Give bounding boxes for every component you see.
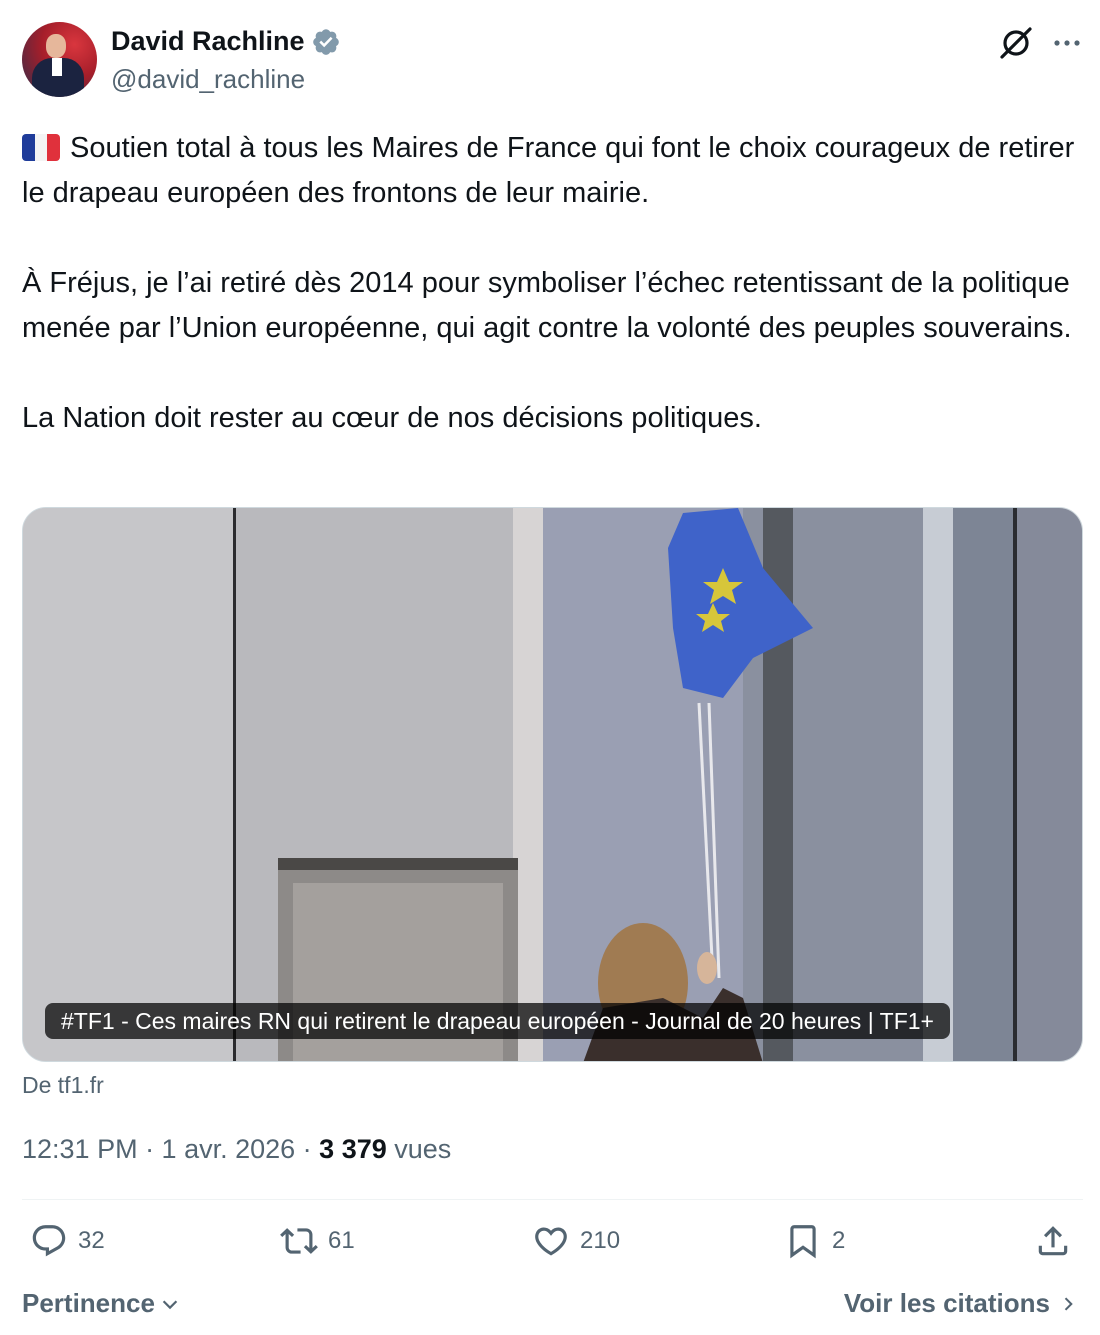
view-quotes-label: Voir les citations: [843, 1288, 1050, 1318]
link-card-title[interactable]: #TF1 - Ces maires RN qui retirent le dra…: [45, 1003, 950, 1039]
author-name-row[interactable]: David Rachline: [111, 26, 341, 57]
chevron-down-icon: [162, 1299, 178, 1309]
repost-count: 61: [328, 1227, 355, 1254]
views-count: 3 379: [319, 1134, 387, 1164]
author-name[interactable]: David Rachline: [111, 26, 305, 57]
grok-icon[interactable]: [998, 25, 1034, 61]
chevron-right-icon: [1064, 1296, 1073, 1311]
verified-badge-icon: [312, 28, 339, 55]
repost-button[interactable]: 61: [280, 1222, 355, 1260]
tweet-paragraph-1: Soutien total à tous les Maires de Franc…: [22, 126, 1082, 216]
repost-icon: [280, 1228, 318, 1254]
author-handle[interactable]: @david_rachline: [111, 64, 305, 95]
link-card-media[interactable]: #TF1 - Ces maires RN qui retirent le dra…: [22, 507, 1083, 1062]
avatar[interactable]: [22, 22, 97, 97]
like-icon: [535, 1227, 567, 1256]
more-icon[interactable]: [1052, 28, 1082, 58]
video-thumbnail: [23, 508, 1082, 1061]
tweet-header: David Rachline @david_rachline: [22, 22, 1082, 100]
sort-label: Pertinence: [22, 1288, 155, 1318]
tweet-paragraph-1-text: Soutien total à tous les Maires de Franc…: [22, 132, 1075, 209]
share-icon: [1038, 1226, 1068, 1256]
like-count: 210: [580, 1227, 621, 1254]
sort-dropdown[interactable]: Pertinence: [22, 1288, 181, 1319]
like-button[interactable]: 210: [532, 1222, 620, 1260]
tweet-text: Soutien total à tous les Maires de Franc…: [22, 126, 1082, 441]
divider: [22, 1199, 1083, 1200]
reply-icon: [32, 1225, 66, 1257]
tweet-paragraph-3: La Nation doit rester au cœur de nos déc…: [22, 402, 762, 434]
action-bar: 32 61 210 2: [22, 1222, 1083, 1268]
share-button[interactable]: [1034, 1222, 1072, 1260]
tweet-paragraph-2: À Fréjus, je l’ai retiré dès 2014 pour s…: [22, 267, 1072, 344]
bookmark-count: 2: [832, 1227, 846, 1254]
timestamp[interactable]: 12:31 PM · 1 avr. 2026 ·: [22, 1134, 319, 1164]
french-flag-icon: [22, 134, 60, 161]
reply-count: 32: [78, 1227, 105, 1254]
bookmark-button[interactable]: 2: [784, 1222, 845, 1260]
bookmark-icon: [790, 1225, 816, 1259]
tweet-meta: 12:31 PM · 1 avr. 2026 · 3 379 vues: [22, 1134, 451, 1165]
link-source[interactable]: De tf1.fr: [22, 1072, 104, 1099]
views-label: vues: [386, 1134, 452, 1164]
reply-button[interactable]: 32: [30, 1222, 105, 1260]
view-quotes-link[interactable]: Voir les citations: [844, 1288, 1078, 1319]
